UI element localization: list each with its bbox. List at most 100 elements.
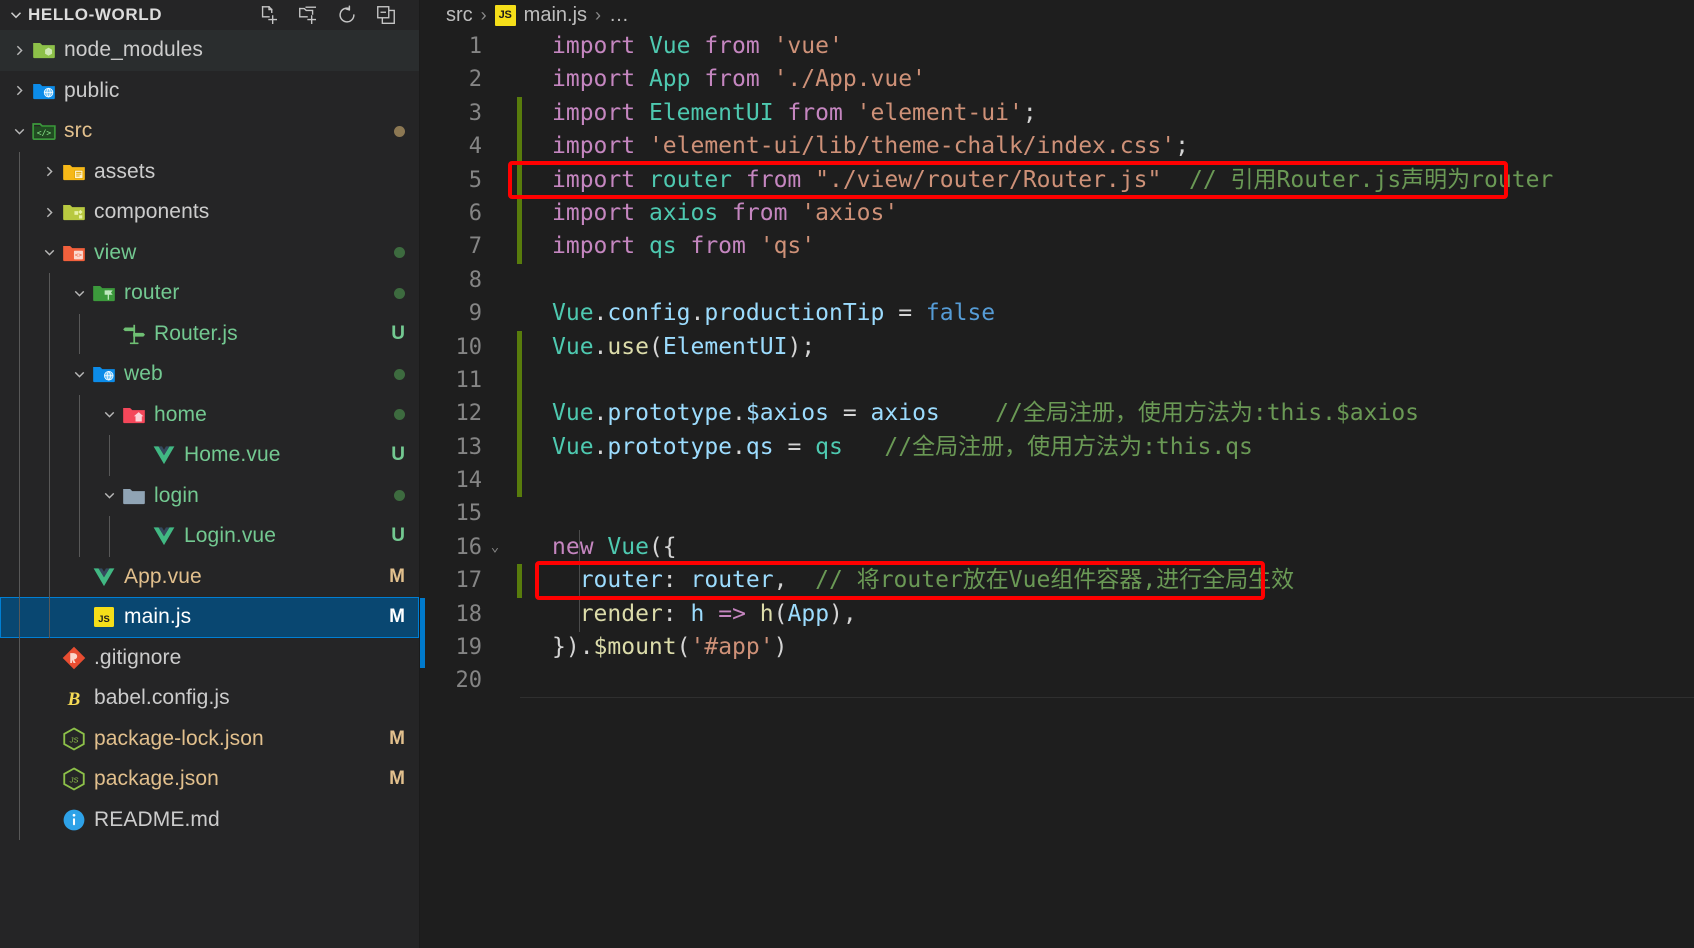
twisty-placeholder xyxy=(128,435,150,476)
tree-file-home-vue[interactable]: Home.vue U xyxy=(0,435,419,476)
code-text[interactable]: import axios from 'axios' xyxy=(522,197,898,230)
code-text[interactable]: }).$mount('#app') xyxy=(522,631,787,664)
indent-guide xyxy=(49,435,50,476)
new-folder-icon[interactable] xyxy=(297,4,319,26)
status-badge: U xyxy=(391,444,405,466)
code-line[interactable]: 14 xyxy=(420,464,1694,498)
code-text[interactable]: Vue.use(ElementUI); xyxy=(522,331,815,364)
chevron-down-icon[interactable] xyxy=(68,354,90,395)
line-number: 8 xyxy=(468,267,482,293)
code-line[interactable]: 18 render: h => h(App), xyxy=(420,598,1694,631)
refresh-icon[interactable] xyxy=(336,4,358,26)
code-text[interactable]: import ElementUI from 'element-ui'; xyxy=(522,97,1037,130)
tree-folder-login[interactable]: login xyxy=(0,475,419,517)
tree-folder-public[interactable]: public xyxy=(0,71,419,112)
code-text[interactable]: render: h => h(App), xyxy=(522,598,857,631)
tree-item-label: Home.vue xyxy=(184,443,281,467)
current-line-underline xyxy=(520,697,1694,698)
twisty-placeholder xyxy=(38,638,60,679)
new-file-icon[interactable] xyxy=(258,4,280,26)
tree-item-label: router xyxy=(124,281,180,305)
folder-node-modules-icon xyxy=(30,37,58,63)
tree-item-label: assets xyxy=(94,159,156,183)
code-line[interactable]: 1 import Vue from 'vue' xyxy=(420,30,1694,63)
chevron-right-icon[interactable] xyxy=(38,192,60,233)
code-text[interactable]: Vue.prototype.qs = qs //全局注册，使用方法为:this.… xyxy=(522,431,1253,464)
tree-folder-view[interactable]: <> view xyxy=(0,232,419,274)
tree-folder-web[interactable]: web xyxy=(0,354,419,395)
code-text[interactable]: Vue.config.productionTip = false xyxy=(522,297,995,330)
file-tree[interactable]: node_modules public </> src assets components… xyxy=(0,30,419,948)
tree-folder-components[interactable]: components xyxy=(0,192,419,233)
chevron-down-icon[interactable] xyxy=(8,111,30,152)
code-line[interactable]: 7 import qs from 'qs' xyxy=(420,230,1694,264)
code-line[interactable]: 11 xyxy=(420,363,1694,398)
chevron-down-icon[interactable] xyxy=(68,273,90,314)
code-line[interactable]: 8 xyxy=(420,264,1694,297)
tree-file-main-js[interactable]: JS main.js M xyxy=(0,597,419,638)
chevron-down-icon[interactable] xyxy=(98,476,120,517)
code-line[interactable]: 16 ⌄ new Vue({ xyxy=(420,531,1694,564)
tree-file-babel-config-js[interactable]: Bbabel.config.js xyxy=(0,678,419,719)
code-line[interactable]: 10 Vue.use(ElementUI); xyxy=(420,330,1694,364)
code-text[interactable]: router: router, // 将router放在Vue组件容器,进行全局… xyxy=(522,564,1294,597)
indent-guide xyxy=(19,435,20,476)
code-text[interactable]: import qs from 'qs' xyxy=(522,230,815,263)
code-line[interactable]: 2 import App from './App.vue' xyxy=(420,63,1694,96)
code-line[interactable]: 3 import ElementUI from 'element-ui'; xyxy=(420,96,1694,131)
code-line[interactable]: 9 Vue.config.productionTip = false xyxy=(420,297,1694,330)
status-dot xyxy=(394,125,405,137)
tree-folder-router[interactable]: router xyxy=(0,273,419,314)
status-dot xyxy=(394,368,405,380)
tree-file-app-vue[interactable]: App.vue M xyxy=(0,556,419,597)
chevron-right-icon[interactable] xyxy=(38,152,60,193)
breadcrumb-item-symbols[interactable]: … xyxy=(609,4,629,27)
chevron-down-icon[interactable] xyxy=(98,395,120,436)
chevron-down-icon[interactable] xyxy=(38,233,60,274)
tree-folder-node-modules[interactable]: node_modules xyxy=(0,30,419,71)
tree-file-gitignore[interactable]: .gitignore xyxy=(0,637,419,679)
code-text[interactable]: new Vue({ xyxy=(522,531,677,564)
current-line-marker xyxy=(420,597,425,668)
code-text[interactable]: Vue.prototype.$axios = axios //全局注册，使用方法… xyxy=(522,397,1419,430)
code-line[interactable]: 15 xyxy=(420,497,1694,530)
code-text[interactable]: import Vue from 'vue' xyxy=(522,30,843,63)
breadcrumb-item-file[interactable]: main.js xyxy=(524,4,587,27)
indent-guide xyxy=(109,516,110,557)
folder-assets-icon xyxy=(60,159,88,185)
code-line[interactable]: 4 import 'element-ui/lib/theme-chalk/inde… xyxy=(420,130,1694,164)
tree-file-router-js[interactable]: Router.js U xyxy=(0,313,419,354)
code-editor[interactable]: 1 import Vue from 'vue' 2 import App from '… xyxy=(420,30,1694,948)
code-line[interactable]: 19}).$mount('#app') xyxy=(420,631,1694,664)
folder-web-icon xyxy=(90,361,118,387)
tree-file-login-vue[interactable]: Login.vue U xyxy=(0,516,419,557)
indent-guide xyxy=(19,799,20,840)
chevron-right-icon[interactable] xyxy=(8,30,30,71)
tree-item-label: package-lock.json xyxy=(94,726,264,750)
chevron-right-icon[interactable] xyxy=(8,71,30,112)
tree-file-package-json[interactable]: JS package.json M xyxy=(0,759,419,800)
nodejs-icon: JS xyxy=(60,726,88,752)
code-text[interactable]: import 'element-ui/lib/theme-chalk/index… xyxy=(522,130,1189,163)
chevron-down-icon[interactable] xyxy=(6,5,26,25)
code-line[interactable]: 5 import router from "./view/router/Route… xyxy=(420,163,1694,197)
code-line[interactable]: 20 xyxy=(420,664,1694,697)
twisty-placeholder xyxy=(38,678,60,719)
readme-info-icon xyxy=(60,807,88,833)
code-line[interactable]: 6 import axios from 'axios' xyxy=(420,196,1694,231)
tree-file-readme-md[interactable]: README.md xyxy=(0,799,419,840)
breadcrumb[interactable]: src › JS main.js › … xyxy=(420,0,1694,30)
code-text[interactable]: import App from './App.vue' xyxy=(522,63,926,96)
fold-chevron-icon[interactable]: ⌄ xyxy=(482,531,508,564)
tree-folder-home[interactable]: home xyxy=(0,394,419,436)
code-line[interactable]: 17 router: router, // 将router放在Vue组件容器,进… xyxy=(420,564,1694,598)
breadcrumb-item-src[interactable]: src xyxy=(446,4,473,27)
tree-file-package-lock-json[interactable]: JS package-lock.json M xyxy=(0,718,419,759)
tree-folder-src[interactable]: </> src xyxy=(0,111,419,152)
folder-view-icon: <> xyxy=(60,240,88,266)
code-text[interactable]: import router from "./view/router/Router… xyxy=(522,164,1553,197)
collapse-all-icon[interactable] xyxy=(375,4,397,26)
code-line[interactable]: 13 Vue.prototype.qs = qs //全局注册，使用方法为:thi… xyxy=(420,430,1694,465)
tree-folder-assets[interactable]: assets xyxy=(0,151,419,193)
code-line[interactable]: 12 Vue.prototype.$axios = axios //全局注册，使用… xyxy=(420,397,1694,431)
